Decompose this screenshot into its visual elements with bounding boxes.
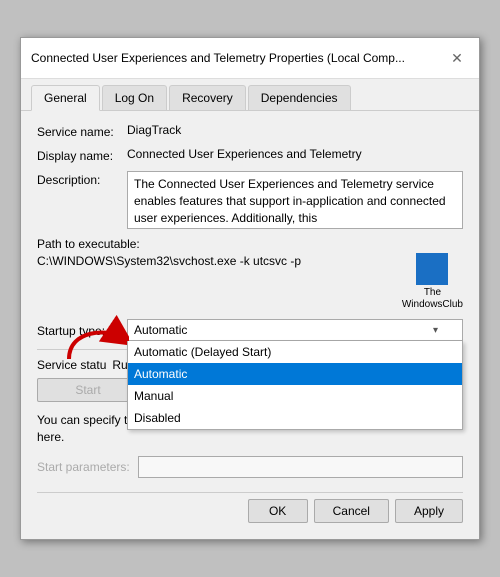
blue-square-icon	[416, 253, 448, 285]
cancel-button[interactable]: Cancel	[314, 499, 389, 523]
start-params-label: Start parameters:	[37, 460, 130, 474]
startup-select-area[interactable]: Automatic ▾ Automatic (Delayed Start) Au…	[127, 319, 463, 341]
windows-club-badge: TheWindowsClub	[402, 253, 463, 311]
dropdown-item-delayed[interactable]: Automatic (Delayed Start)	[128, 341, 462, 363]
description-row: Description: The Connected User Experien…	[37, 171, 463, 229]
startup-type-row: Startup type: Automatic ▾	[37, 319, 463, 341]
description-value: The Connected User Experiences and Telem…	[127, 171, 463, 229]
tab-bar: General Log On Recovery Dependencies	[21, 79, 479, 111]
service-name-row: Service name: DiagTrack	[37, 123, 463, 139]
start-params-input[interactable]	[138, 456, 463, 478]
start-params-row: Start parameters:	[37, 456, 463, 478]
tab-content: Service name: DiagTrack Display name: Co…	[21, 111, 479, 539]
close-button[interactable]: ✕	[445, 46, 469, 70]
service-name-label: Service name:	[37, 123, 127, 139]
dropdown-item-disabled[interactable]: Disabled	[128, 407, 462, 429]
ok-button[interactable]: OK	[248, 499, 308, 523]
dropdown-item-manual[interactable]: Manual	[128, 385, 462, 407]
description-label: Description:	[37, 171, 127, 187]
window-title: Connected User Experiences and Telemetry…	[31, 51, 445, 65]
badge-text: TheWindowsClub	[402, 287, 463, 311]
tab-dependencies[interactable]: Dependencies	[248, 85, 351, 110]
display-name-value: Connected User Experiences and Telemetry	[127, 147, 463, 161]
display-name-label: Display name:	[37, 147, 127, 163]
startup-type-current: Automatic	[134, 323, 187, 337]
startup-type-label: Startup type:	[37, 322, 127, 338]
dropdown-item-automatic[interactable]: Automatic	[128, 363, 462, 385]
service-status-label: Service statu	[37, 358, 106, 372]
tab-recovery[interactable]: Recovery	[169, 85, 246, 110]
bottom-buttons: OK Cancel Apply	[37, 492, 463, 527]
title-bar: Connected User Experiences and Telemetry…	[21, 38, 479, 79]
tab-logon[interactable]: Log On	[102, 85, 167, 110]
path-value: C:\WINDOWS\System32\svchost.exe -k utcsv…	[37, 253, 394, 270]
path-label: Path to executable:	[37, 237, 463, 251]
tab-general[interactable]: General	[31, 85, 100, 111]
path-section: Path to executable: C:\WINDOWS\System32\…	[37, 237, 463, 311]
start-button[interactable]: Start	[37, 378, 139, 402]
properties-window: Connected User Experiences and Telemetry…	[20, 37, 480, 540]
startup-dropdown-list[interactable]: Automatic (Delayed Start) Automatic Manu…	[127, 341, 463, 430]
path-value-row: C:\WINDOWS\System32\svchost.exe -k utcsv…	[37, 253, 463, 311]
service-name-value: DiagTrack	[127, 123, 463, 137]
chevron-down-icon: ▾	[433, 325, 438, 336]
apply-button[interactable]: Apply	[395, 499, 463, 523]
startup-type-display[interactable]: Automatic ▾	[127, 319, 463, 341]
display-name-row: Display name: Connected User Experiences…	[37, 147, 463, 163]
